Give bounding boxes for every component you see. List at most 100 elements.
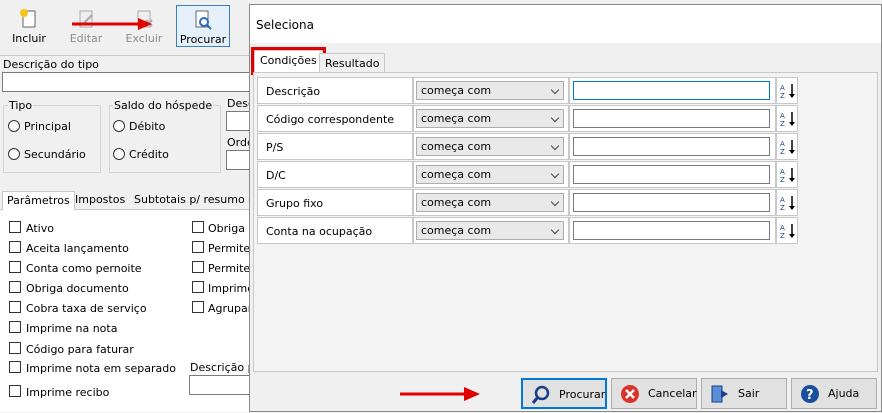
procurar-toolbar-label: Procurar [179,33,227,46]
svg-text:Z: Z [780,92,785,100]
sort-az-icon: AZ [780,196,795,212]
descricao-tipo-input[interactable] [2,72,250,92]
sort-az-button[interactable]: AZ [776,161,798,188]
saldo-credito-radio[interactable] [113,148,125,160]
svg-text:Z: Z [780,120,785,128]
obriga-c-checkbox[interactable] [192,221,204,233]
svg-text:A: A [780,224,785,232]
ativo-checkbox[interactable] [9,221,21,233]
svg-text:Z: Z [780,232,785,240]
conta-pernoite-checkbox[interactable] [9,261,21,273]
sair-button[interactable]: Sair [701,378,787,409]
tab-impostos[interactable]: Impostos [71,191,129,210]
condition-row: D/C começa com AZ [257,161,798,188]
sort-az-icon: AZ [780,224,795,240]
aceita-lancamento-checkbox[interactable] [9,241,21,253]
sort-az-button[interactable]: AZ [776,77,798,104]
imprime-separado-label: Imprime nota em separado [26,362,176,375]
ajuda-button[interactable]: ? Ajuda [791,378,877,409]
desc-partial-input[interactable] [226,111,250,131]
tipo-groupbox [3,105,101,173]
imprime-separado-checkbox[interactable] [9,361,21,373]
sort-az-icon: AZ [780,168,795,184]
condition-value-input[interactable] [573,193,770,212]
cobra-taxa-checkbox[interactable] [9,301,21,313]
agrupar-checkbox[interactable] [192,301,204,313]
obriga-c-label: Obriga c [208,222,255,235]
procurar-toolbar-button[interactable]: Procurar [176,5,230,47]
operator-value: começa com [421,196,492,209]
svg-text:A: A [780,140,785,148]
condition-operator-select[interactable]: começa com [416,81,564,100]
obriga-documento-checkbox[interactable] [9,281,21,293]
saldo-credito-label: Crédito [129,148,169,161]
permite-1-label: Permite [208,242,251,255]
condition-operator-select[interactable]: começa com [416,193,564,212]
tipo-principal-label: Principal [24,120,71,133]
red-arrow-icon [72,18,152,30]
sort-az-button[interactable]: AZ [776,105,798,132]
imprime-nota-checkbox[interactable] [9,321,21,333]
tab-condicoes[interactable]: Condições [251,47,326,75]
svg-text:A: A [780,112,785,120]
sort-az-icon: AZ [780,84,795,100]
incluir-label: Incluir [12,32,46,45]
chevron-down-icon [550,225,560,235]
sort-az-button[interactable]: AZ [776,189,798,216]
descricao-tipo-label: Descrição do tipo [3,58,99,71]
condition-operator-select[interactable]: começa com [416,221,564,240]
tab-resultado[interactable]: Resultado [319,53,386,72]
imprime-r-checkbox[interactable] [192,281,204,293]
permite-2-checkbox[interactable] [192,261,204,273]
saldo-debito-radio[interactable] [113,120,125,132]
svg-text:Z: Z [780,148,785,156]
cancelar-button[interactable]: Cancelar [611,378,697,409]
condition-value-input[interactable] [573,221,770,240]
condition-operator-select[interactable]: começa com [416,165,564,184]
sort-az-button[interactable]: AZ [776,133,798,160]
chevron-down-icon [550,197,560,207]
operator-value: começa com [421,84,492,97]
tipo-secundario-radio[interactable] [8,148,20,160]
tipo-principal-radio[interactable] [8,120,20,132]
tipo-secundario-label: Secundário [24,148,86,161]
imprime-recibo-checkbox[interactable] [9,385,21,397]
cancel-icon [621,385,639,403]
parametros-panel: Ativo Aceita lançamento Conta como perno… [0,210,255,412]
saldo-debito-label: Débito [129,120,166,133]
tab-subtotais[interactable]: Subtotais p/ resumo d [130,191,259,210]
condition-operator-select[interactable]: começa com [416,137,564,156]
conta-pernoite-label: Conta como pernoite [26,262,142,275]
permite-1-checkbox[interactable] [192,241,204,253]
condition-field-label: D/C [257,161,413,188]
sort-az-icon: AZ [780,140,795,156]
search-document-icon [195,10,212,30]
condition-operator-select[interactable]: começa com [416,109,564,128]
tab-parametros[interactable]: Parâmetros [2,191,75,210]
operator-value: começa com [421,140,492,153]
operator-value: começa com [421,224,492,237]
obriga-documento-label: Obriga documento [26,282,129,295]
codigo-faturar-checkbox[interactable] [9,342,21,354]
tipo-label: Tipo [8,99,34,112]
saldo-groupbox [109,105,221,173]
condition-value-input[interactable] [573,165,770,184]
condition-value-input[interactable] [573,109,770,128]
svg-text:A: A [780,84,785,92]
dialog-tab-strip: Condições Resultado [250,47,881,75]
condition-row: Descrição começa com AZ [257,77,798,104]
condition-value-input[interactable] [573,137,770,156]
dialog-title: Seleciona [256,18,314,32]
sort-az-button[interactable]: AZ [776,217,798,244]
condicoes-panel: Descrição começa com AZ Código correspon… [253,72,878,372]
descricao-p-input[interactable] [189,375,250,395]
condition-field-label: Descrição [257,77,413,104]
orde-partial-input[interactable] [226,150,250,170]
procurar-button[interactable]: Procurar [521,378,607,409]
incluir-button[interactable]: Incluir [2,5,56,47]
condition-field-label: Conta na ocupação [257,217,413,244]
imprime-recibo-label: Imprime recibo [26,386,110,399]
editar-label: Editar [69,32,103,45]
condition-value-input[interactable] [573,81,770,100]
dialog-titlebar: Seleciona [250,5,881,43]
